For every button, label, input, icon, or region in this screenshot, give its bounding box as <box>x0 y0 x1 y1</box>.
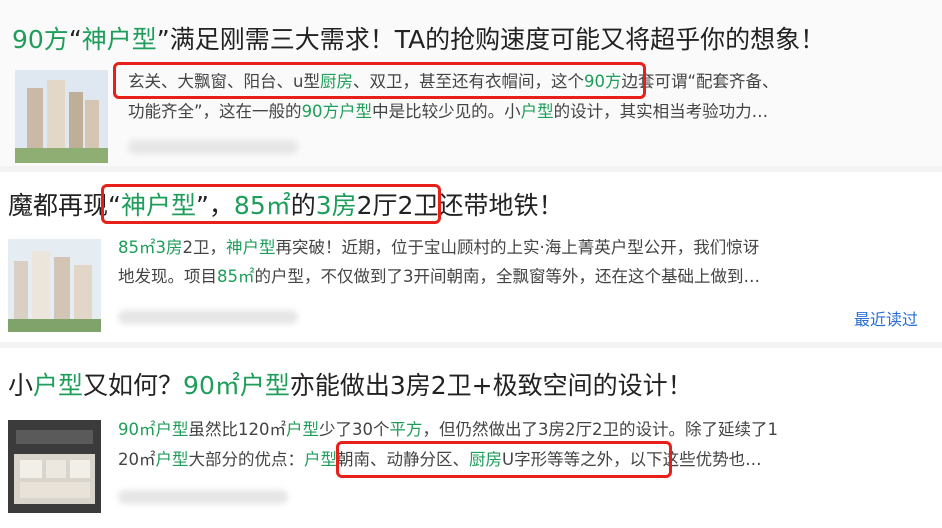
text-run: 20㎡ <box>118 450 156 469</box>
text-run: 少了30个 <box>319 420 390 439</box>
highlighted-keyword: 户型 <box>304 450 337 469</box>
search-result-3: 小户型又如何？90㎡户型亦能做出3房2卫+极致空间的设计！ 90㎡户型虽然比12… <box>0 348 942 528</box>
building-image-icon <box>8 239 101 332</box>
recently-read-link[interactable]: 最近读过 <box>854 306 918 330</box>
result-2-source-blurred <box>118 310 298 324</box>
highlighted-keyword: 85㎡3房 <box>118 238 183 257</box>
text-run: ，但仍然做出了3房2厅2卫的设计。除了延续了1 <box>422 420 779 439</box>
text-run: 中是比较少见的。小 <box>372 102 521 121</box>
result-2-snippet-line-2: 地发现。项目85㎡的户型，不仅做到了3开间朝南，全飘窗等外，还在这个基础上做到… <box>118 263 760 291</box>
result-1-source-blurred <box>128 140 298 154</box>
result-1-snippet-line-2: 功能齐全”，这在一般的90方户型中是比较少见的。小户型的设计，其实相当考验功力… <box>128 98 768 126</box>
highlighted-keyword: 平方 <box>389 420 423 439</box>
text-run: “ <box>68 25 82 54</box>
text-run: 亦能做出3房2卫+极致空间的设计！ <box>289 371 693 400</box>
highlight-box <box>101 184 441 224</box>
result-3-source-blurred <box>118 490 288 504</box>
building-image-icon <box>15 70 108 163</box>
text-run: 2卫， <box>182 238 227 257</box>
model-home-image-icon <box>8 420 101 513</box>
highlighted-keyword: 90㎡户型 <box>183 371 290 400</box>
text-run: 大部分的优点： <box>188 450 305 469</box>
search-result-1: 90方“神户型”满足刚需三大需求！TA的抢购速度可能又将超乎你的想象！ 玄关、大… <box>0 0 942 166</box>
highlighted-keyword: 90方 <box>12 25 69 54</box>
result-3-title[interactable]: 小户型又如何？90㎡户型亦能做出3房2卫+极致空间的设计！ <box>8 370 693 402</box>
highlight-box <box>336 441 672 478</box>
text-run: 的户型，不仅做到了3开间朝南，全飘窗等外，还在这个基础上做到… <box>254 267 761 286</box>
result-1-thumbnail[interactable] <box>15 70 108 163</box>
text-run: 虽然比120㎡ <box>188 420 287 439</box>
highlighted-keyword: 90㎡户型 <box>118 420 189 439</box>
highlighted-keyword: 户型 <box>520 102 554 121</box>
result-1-title[interactable]: 90方“神户型”满足刚需三大需求！TA的抢购速度可能又将超乎你的想象！ <box>12 24 825 56</box>
highlighted-keyword: 85㎡ <box>217 267 255 286</box>
result-3-thumbnail[interactable] <box>8 420 101 513</box>
highlighted-keyword: 神户型 <box>226 238 276 257</box>
text-run: 地发现。项目 <box>118 267 217 286</box>
text-run: ”满足刚需三大需求！TA的抢购速度可能又将超乎你的想象！ <box>156 25 826 54</box>
highlighted-keyword: 神户型 <box>81 25 157 54</box>
text-run: 再突破！近期，位于宝山顾村的上实·海上菁英户型公开，我们惊讶 <box>275 238 760 257</box>
text-run: 又如何？ <box>83 371 184 400</box>
search-result-2: 魔都再现“神户型”，85㎡的3房2厅2卫还带地铁！ 85㎡3房2卫，神户型再突破… <box>0 172 942 342</box>
result-2-snippet-line-1: 85㎡3房2卫，神户型再突破！近期，位于宝山顾村的上实·海上菁英户型公开，我们惊… <box>118 234 759 262</box>
highlight-box <box>113 62 646 99</box>
text-run: 还带地铁！ <box>438 191 564 220</box>
highlighted-keyword: 90方户型 <box>301 102 373 121</box>
text-run: 功能齐全”，这在一般的 <box>128 102 302 121</box>
highlighted-keyword: 户型 <box>33 371 84 400</box>
text-run: 的设计，其实相当考验功力… <box>553 102 769 121</box>
highlighted-keyword: 户型 <box>286 420 319 439</box>
result-2-thumbnail[interactable] <box>8 239 101 332</box>
highlighted-keyword: 户型 <box>155 450 189 469</box>
text-run: 小 <box>8 371 34 400</box>
result-3-snippet-line-1: 90㎡户型虽然比120㎡户型少了30个平方，但仍然做出了3房2厅2卫的设计。除了… <box>118 416 778 444</box>
